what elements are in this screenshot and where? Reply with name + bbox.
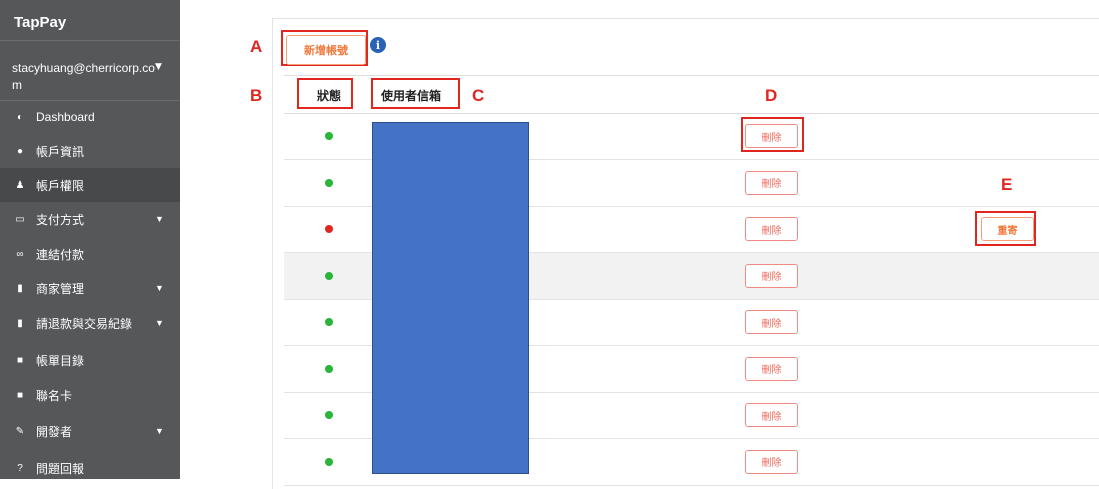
sidebar-item-label: 連結付款 (36, 247, 85, 262)
caret-down-icon[interactable]: ▼ (155, 318, 164, 328)
sidebar-item-label: 帳戶權限 (36, 178, 85, 193)
book-icon: ■ (16, 389, 24, 401)
sidebar: TapPay stacyhuang@cherricorp.com ▼ ◐ Dash… (0, 0, 180, 479)
link-icon: ∞ (16, 248, 24, 260)
caret-down-icon[interactable]: ▼ (155, 283, 164, 293)
annotation-a: A (250, 37, 263, 56)
sidebar-item[interactable]: ◐ Dashboard (0, 100, 180, 134)
status-dot (325, 132, 333, 140)
status-dot (325, 411, 333, 419)
sidebar-item[interactable]: ▮ 商家管理 ▼ (0, 271, 180, 305)
status-dot (325, 364, 333, 373)
status-dot (325, 271, 333, 280)
caret-down-icon[interactable]: ▼ (155, 62, 162, 72)
sidebar-item-label: 帳戶資訊 (36, 144, 85, 159)
sidebar-item[interactable]: ▭ 支付方式 ▼ (0, 202, 180, 236)
book-icon: ■ (16, 354, 24, 366)
dashboard-icon: ◐ (16, 111, 24, 123)
sidebar-item[interactable]: ♟ 帳戶權限 (0, 168, 180, 202)
sidebar-item[interactable]: ✎ 開發者 ▼ (0, 414, 180, 448)
annotation-b: B (250, 86, 263, 105)
sidebar-item-label: 聯名卡 (36, 388, 73, 403)
sidebar-item[interactable]: ? 問題回報 (0, 451, 180, 485)
divider (0, 40, 180, 41)
sidebar-item[interactable]: ■ 帳單目錄 (0, 343, 180, 377)
info-icon: ● (16, 145, 24, 157)
delete-button[interactable]: 刪除 (745, 217, 798, 241)
sidebar-item-label: 帳單目錄 (36, 353, 85, 368)
status-dot (325, 457, 333, 466)
sidebar-item-label: 商家管理 (36, 281, 85, 296)
redaction-box (372, 122, 529, 474)
annotation-box-e (975, 211, 1036, 246)
add-account-button[interactable]: 新增帳號 (286, 35, 366, 65)
chart-icon: ▮ (17, 317, 23, 329)
info-icon[interactable]: i (370, 37, 386, 53)
annotation-box-c (371, 78, 460, 109)
sidebar-item[interactable]: ■ 聯名卡 (0, 378, 180, 412)
sidebar-item[interactable]: ● 帳戶資訊 (0, 134, 180, 168)
delete-button[interactable]: 刪除 (745, 263, 798, 288)
sidebar-item[interactable]: ▮ 請退款與交易紀錄 ▼ (0, 306, 180, 340)
delete-button[interactable]: 刪除 (745, 356, 798, 381)
annotation-box-b (297, 78, 353, 109)
annotation-box-d (741, 117, 804, 152)
status-dot (325, 318, 333, 326)
sidebar-item-label: 問題回報 (36, 461, 85, 476)
status-dot (325, 225, 333, 233)
caret-down-icon[interactable]: ▼ (155, 426, 164, 436)
wrench-icon: ✎ (15, 425, 25, 437)
users-icon: ♟ (15, 179, 25, 191)
brand-logo[interactable]: TapPay (14, 14, 66, 31)
card-icon: ▭ (15, 213, 25, 225)
chart-icon: ▮ (17, 282, 23, 294)
caret-down-icon[interactable]: ▼ (155, 214, 164, 224)
sidebar-item-label: Dashboard (36, 110, 95, 124)
delete-button[interactable]: 刪除 (745, 310, 798, 334)
sidebar-item[interactable]: ∞ 連結付款 (0, 237, 180, 271)
sidebar-item-label: 開發者 (36, 424, 73, 439)
delete-button[interactable]: 刪除 (745, 449, 798, 474)
sidebar-item-label: 請退款與交易紀錄 (36, 316, 133, 331)
delete-button[interactable]: 刪除 (745, 403, 798, 427)
question-icon: ? (17, 462, 23, 474)
user-email[interactable]: stacyhuang@cherricorp.com (12, 60, 162, 94)
delete-button[interactable]: 刪除 (745, 170, 798, 195)
sidebar-item-label: 支付方式 (36, 212, 85, 227)
status-dot (325, 178, 333, 187)
